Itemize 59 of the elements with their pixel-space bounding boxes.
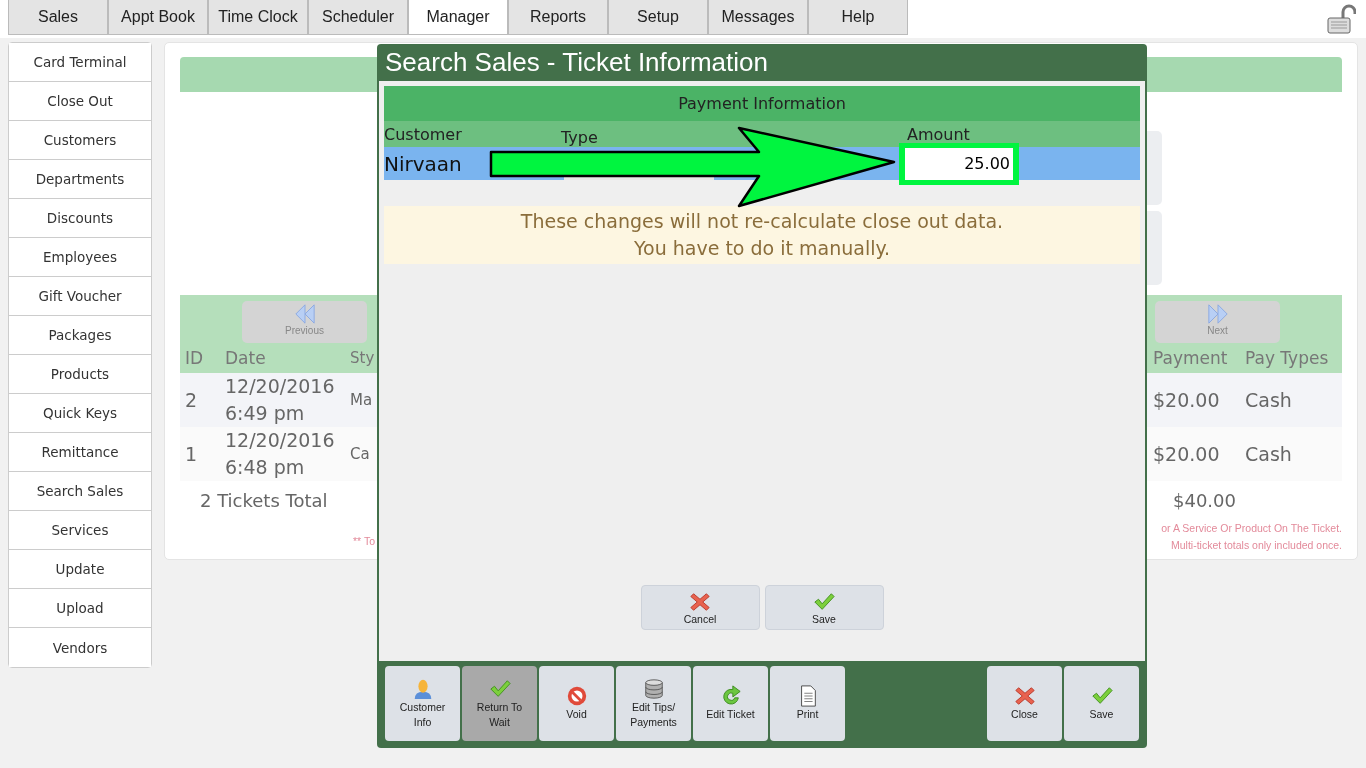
toolbar-button[interactable]: Print (770, 666, 845, 741)
column-header: Sty (350, 349, 376, 367)
nav-tab[interactable]: Reports (508, 0, 608, 35)
toolbar-button[interactable]: Edit Tips/ Payments (616, 666, 691, 741)
column-header: Pay Types (1245, 348, 1330, 368)
double-right-arrow-icon (1206, 303, 1229, 325)
checkmark-icon (488, 677, 511, 700)
prohibited-icon (565, 685, 588, 707)
column-header: Payment (1153, 348, 1229, 368)
nav-tab[interactable]: Appt Book (108, 0, 208, 35)
nav-tab[interactable]: Help (808, 0, 908, 35)
table-cell-text: Cash (1245, 389, 1293, 411)
nav-tab[interactable]: Sales (8, 0, 108, 35)
table-cell-text: 12/20/2016 6:48 pm (225, 428, 336, 480)
nav-tab[interactable]: Scheduler (308, 0, 408, 35)
toolbar-button[interactable]: Void (539, 666, 614, 741)
checkmark-icon (813, 590, 835, 613)
toolbar-button[interactable]: Close (987, 666, 1062, 741)
dialog-title: Search Sales - Ticket Information (384, 46, 769, 79)
cross-icon (689, 590, 711, 613)
checkmark-icon (1090, 685, 1113, 707)
nav-tab[interactable]: Setup (608, 0, 708, 35)
table-cell-text: $20.00 (1153, 443, 1221, 465)
total-label: 2 Tickets Total (199, 489, 329, 511)
table-cell-text: 12/20/2016 6:49 pm (225, 374, 336, 426)
table-cell-text: 1 (184, 443, 199, 465)
cross-icon (1013, 685, 1036, 707)
nav-tab[interactable]: Manager (408, 0, 508, 35)
column-header: ID (184, 348, 205, 368)
footnote: or A Service Or Product On The Ticket. (1161, 522, 1342, 534)
column-header: Amount (907, 124, 971, 144)
column-header: Date (225, 348, 267, 368)
table-cell-text: Cash (1245, 443, 1293, 465)
notice-text: These changes will not re-calculate close out data. (519, 209, 1005, 234)
table-cell-text: Ma (350, 391, 374, 409)
database-icon (642, 677, 665, 700)
notice-text: You have to do it manually. (632, 236, 892, 261)
amount-field[interactable]: 25.00 (905, 147, 1013, 180)
section-header: Payment Information (384, 86, 1140, 121)
column-header: Customer (384, 124, 463, 144)
table-cell-text: $20.00 (1153, 389, 1221, 411)
nav-tab[interactable]: Messages (708, 0, 808, 35)
customer-name: Nirvaan (384, 151, 463, 176)
toolbar-button[interactable]: Save (1064, 666, 1139, 741)
footnote: Multi-ticket totals only included once. (1171, 539, 1342, 551)
column-header: Type (561, 127, 599, 147)
total-amount: $40.00 (1173, 489, 1237, 511)
padlock-icon[interactable] (1326, 4, 1356, 34)
footnote: ** To (353, 535, 375, 549)
toolbar-button[interactable]: Return To Wait (462, 666, 537, 741)
sidebar-item[interactable]: Card Terminal (9, 43, 151, 82)
toolbar-button[interactable]: Customer Info (385, 666, 460, 741)
double-left-arrow-icon (293, 303, 316, 325)
toolbar-button[interactable]: Edit Ticket (693, 666, 768, 741)
save-button[interactable]: Save (764, 585, 884, 630)
table-cell-text: Ca (350, 445, 371, 463)
nav-tab[interactable]: Time Clock (208, 0, 308, 35)
table-cell-text: 2 (184, 389, 199, 411)
cancel-button[interactable]: Cancel (640, 585, 760, 630)
